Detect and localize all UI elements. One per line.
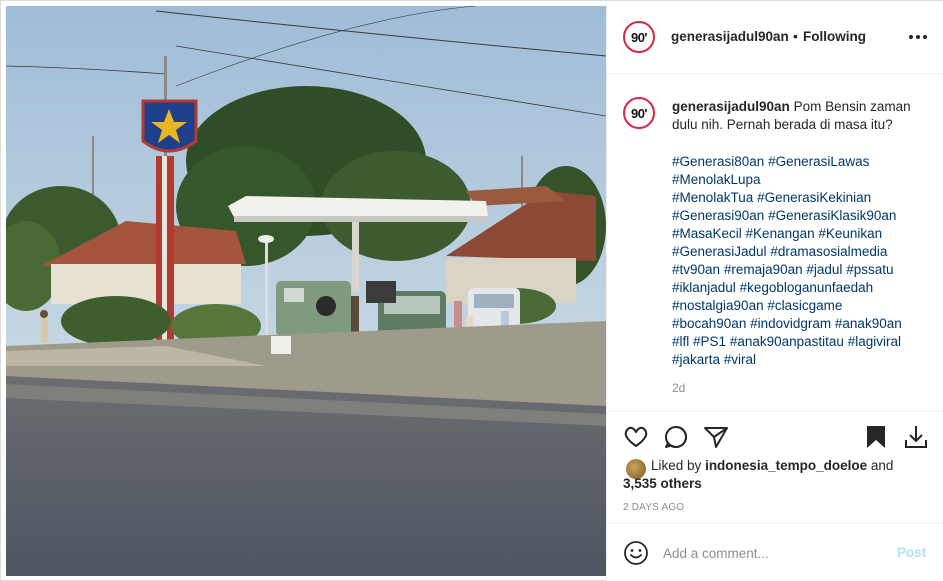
hashtag-link[interactable]: #jakarta xyxy=(672,352,720,367)
hashtag-link[interactable]: #pssatu xyxy=(846,262,893,277)
hashtag-link[interactable]: #anak90an xyxy=(835,316,902,331)
hashtag-link[interactable]: #anak90anpastitau xyxy=(730,334,844,349)
comment-box: Post xyxy=(607,523,943,581)
caption-section: 90' generasijadul90an Pom Bensin zaman d… xyxy=(607,75,943,410)
action-bar xyxy=(607,411,943,459)
hashtag-link[interactable]: #viral xyxy=(724,352,756,367)
post-photo[interactable] xyxy=(6,6,606,576)
hashtag-link[interactable]: #tv90an xyxy=(672,262,720,277)
more-options-icon[interactable] xyxy=(907,27,929,47)
hashtag-link[interactable]: #Keunikan xyxy=(818,226,882,241)
post-header: 90' generasijadul90an • Following xyxy=(607,1,943,74)
comment-input[interactable] xyxy=(663,544,883,562)
caption-username[interactable]: generasijadul90an xyxy=(672,99,790,114)
caption-text: generasijadul90an Pom Bensin zaman dulu … xyxy=(672,98,928,134)
hashtag-link[interactable]: #GenerasiJadul xyxy=(672,244,767,259)
comment-bubble-icon[interactable] xyxy=(663,424,689,450)
hashtag-link[interactable]: #GenerasiKlasik90an xyxy=(768,208,896,223)
hashtag-line: #iklanjadul #kegobloganunfaedah xyxy=(672,279,932,297)
hashtag-line: #Generasi90an #GenerasiKlasik90an xyxy=(672,207,932,225)
hashtag-link[interactable]: #dramasosialmedia xyxy=(770,244,887,259)
liked-by-user[interactable]: indonesia_tempo_doeloe xyxy=(705,458,867,473)
hashtag-line: #Generasi80an #GenerasiLawas xyxy=(672,153,932,171)
hashtag-line: #MasaKecil #Kenangan #Keunikan xyxy=(672,225,932,243)
header-username[interactable]: generasijadul90an xyxy=(671,29,789,44)
hashtag-link[interactable]: #lagiviral xyxy=(848,334,901,349)
download-icon[interactable] xyxy=(903,424,929,450)
heart-icon[interactable] xyxy=(623,424,649,450)
liked-by-line: Liked by indonesia_tempo_doeloe and xyxy=(651,457,893,475)
hashtag-link[interactable]: #Kenangan xyxy=(746,226,815,241)
hashtag-line: #nostalgia90an #clasicgame xyxy=(672,297,932,315)
hashtag-line: #lfl #PS1 #anak90anpastitau #lagiviral xyxy=(672,333,932,351)
liked-by-prefix: Liked by xyxy=(651,458,702,473)
hashtag-link[interactable]: #MenolakTua xyxy=(672,190,753,205)
hashtag-link[interactable]: #indovidgram xyxy=(750,316,831,331)
liked-by-and: and xyxy=(870,458,894,473)
hashtag-line: #jakarta #viral xyxy=(672,351,932,369)
caption-timestamp[interactable]: 2d xyxy=(672,381,685,395)
hashtag-link[interactable]: #MasaKecil xyxy=(672,226,742,241)
hashtag-link[interactable]: #clasicgame xyxy=(767,298,842,313)
instagram-post-frame: 90' generasijadul90an • Following 90' ge… xyxy=(0,0,943,581)
hashtag-link[interactable]: #bocah90an xyxy=(672,316,746,331)
hashtag-link[interactable]: #Generasi80an xyxy=(672,154,764,169)
avatar[interactable]: 90' xyxy=(623,97,655,129)
hashtag-link[interactable]: #lfl xyxy=(672,334,689,349)
hashtag-line: #tv90an #remaja90an #jadul #pssatu xyxy=(672,261,932,279)
hashtag-link[interactable]: #GenerasiLawas xyxy=(768,154,869,169)
avatar[interactable]: 90' xyxy=(623,21,655,53)
post-comment-button[interactable]: Post xyxy=(897,545,926,560)
hashtag-link[interactable]: #Generasi90an xyxy=(672,208,764,223)
hashtag-link[interactable]: #jadul xyxy=(806,262,842,277)
gas-station-photo xyxy=(6,6,606,576)
post-timestamp[interactable]: 2 DAYS AGO xyxy=(623,502,684,513)
hashtag-link[interactable]: #nostalgia90an xyxy=(672,298,764,313)
following-button[interactable]: Following xyxy=(803,29,866,44)
hashtag-line: #bocah90an #indovidgram #anak90an xyxy=(672,315,932,333)
hashtag-link[interactable]: #PS1 xyxy=(693,334,726,349)
post-side-panel: 90' generasijadul90an • Following 90' ge… xyxy=(606,1,943,581)
bookmark-filled-icon[interactable] xyxy=(863,424,889,450)
hashtag-link[interactable]: #kegobloganunfaedah xyxy=(740,280,874,295)
liked-by-others[interactable]: 3,535 others xyxy=(623,475,702,493)
avatar-logo-text: 90' xyxy=(630,29,648,45)
hashtag-list: #Generasi80an #GenerasiLawas #MenolakLupa… xyxy=(672,153,932,369)
avatar-logo-text: 90' xyxy=(630,105,648,121)
hashtag-link[interactable]: #MenolakLupa xyxy=(672,172,761,187)
paper-plane-icon[interactable] xyxy=(703,424,729,450)
hashtag-link[interactable]: #GenerasiKekinian xyxy=(757,190,871,205)
hashtag-line: #GenerasiJadul #dramasosialmedia xyxy=(672,243,932,261)
separator-dot: • xyxy=(793,28,798,44)
hashtag-line: #MenolakLupa xyxy=(672,171,932,189)
hashtag-link[interactable]: #iklanjadul xyxy=(672,280,736,295)
hashtag-line: #MenolakTua #GenerasiKekinian xyxy=(672,189,932,207)
smiley-icon[interactable] xyxy=(623,540,649,566)
hashtag-link[interactable]: #remaja90an xyxy=(724,262,803,277)
